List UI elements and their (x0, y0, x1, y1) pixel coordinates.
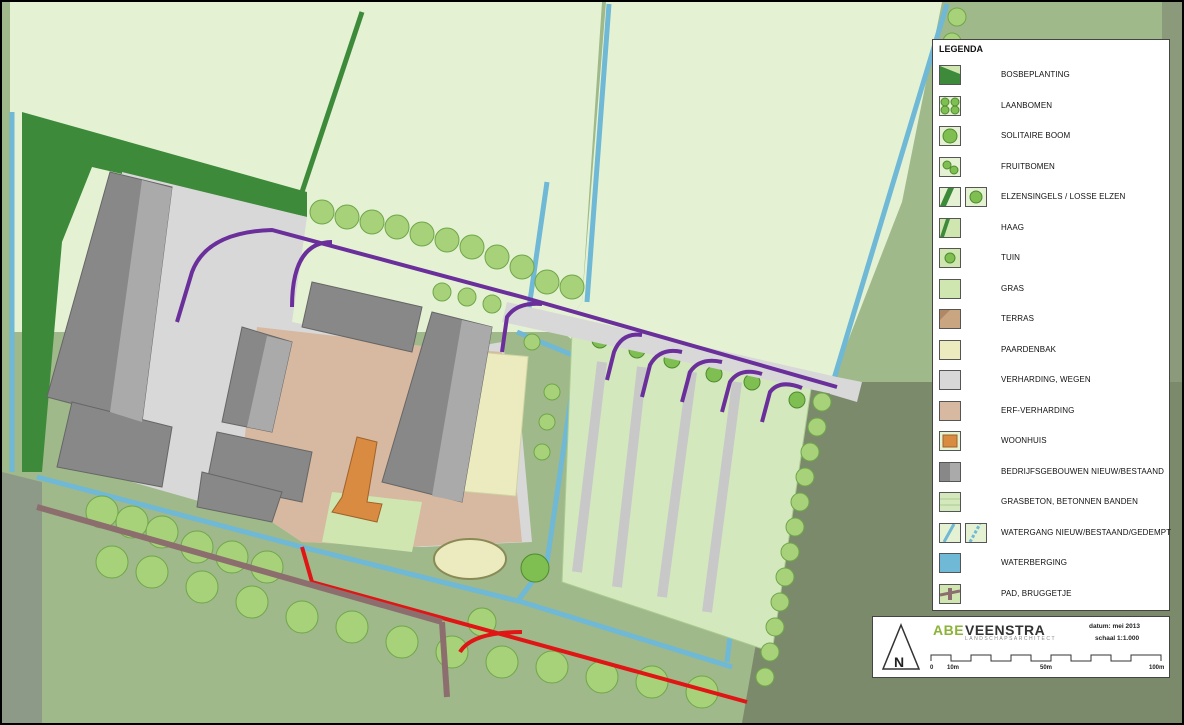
date-label: datum: mei 2013 (1089, 623, 1140, 630)
scale-tick-0: 0 (930, 665, 934, 671)
water-swatch-icon (939, 522, 961, 543)
legend-label: SOLITAIRE BOOM (1001, 131, 1071, 140)
laan-swatch-icon (939, 95, 961, 116)
legend-item: PAD, BRUGGETJE (939, 582, 1167, 606)
legend-label: WOONHUIS (1001, 436, 1047, 445)
legend-item: WATERGANG NIEUW/BESTAAND/GEDEMPT (939, 521, 1171, 545)
legend-label: GRASBETON, BETONNEN BANDEN (1001, 497, 1138, 506)
gras-swatch-icon (939, 278, 961, 299)
legend-item: TUIN (939, 246, 1167, 270)
legend-item: BOSBEPLANTING (939, 63, 1167, 87)
legend-item: HAAG (939, 216, 1167, 240)
fruit-swatch-icon (939, 156, 961, 177)
scale-tick-50: 50m (1040, 665, 1053, 671)
legend-label: WATERGANG NIEUW/BESTAAND/GEDEMPT (1001, 527, 1172, 537)
bos-swatch-icon (939, 65, 961, 85)
legend-label: GRAS (1001, 283, 1025, 293)
haag-swatch-icon (939, 217, 961, 238)
brand-abe: ABE (933, 622, 965, 638)
elzen-swatch-alt-icon (965, 187, 987, 207)
legend-label: VERHARDING, WEGEN (1001, 375, 1091, 384)
brand-subtitle: LANDSCHAPSARCHITECT (965, 636, 1057, 642)
north-label: N (894, 654, 905, 670)
legend-label: BOSBEPLANTING (1001, 70, 1070, 79)
legend-item: ERF-VERHARDING (939, 399, 1167, 423)
legend-label: TUIN (1001, 253, 1021, 262)
legend-item: ELZENSINGELS / LOSSE ELZEN (939, 185, 1167, 209)
legend-item: GRAS (939, 277, 1167, 301)
legend-item: WATERBERGING (939, 551, 1167, 575)
legend-item: VERHARDING, WEGEN (939, 368, 1167, 392)
erf-swatch-icon (939, 400, 961, 421)
legend-label: ELZENSINGELS / LOSSE ELZEN (1001, 192, 1126, 201)
legend-item: FRUITBOMEN (939, 155, 1167, 179)
grasbeton-swatch-icon (939, 492, 961, 512)
pad-swatch-icon (939, 583, 961, 604)
legend-item: LAANBOMEN (939, 94, 1167, 118)
woon-swatch-icon (939, 431, 961, 451)
legend-label: FRUITBOMEN (1001, 161, 1055, 171)
paard-swatch-icon (939, 339, 961, 360)
legend-item: BEDRIJFSGEBOUWEN NIEUW/BESTAAND (939, 460, 1167, 484)
tuin-swatch-icon (939, 248, 961, 268)
legend-item: WOONHUIS (939, 429, 1167, 453)
solitaire-boom (520, 553, 550, 583)
scale-label: schaal 1:1.000 (1095, 635, 1140, 642)
title-block: N ABE VEENSTRA LANDSCHAPSARCHITECT datum… (872, 616, 1170, 678)
terras-swatch-icon (939, 309, 961, 329)
verh-swatch-icon (939, 370, 961, 390)
legend-label: HAAG (1001, 222, 1025, 232)
legend-label: PAD, BRUGGETJE (1001, 588, 1072, 598)
berging-swatch-icon (939, 553, 961, 573)
legend-item: GRASBETON, BETONNEN BANDEN (939, 490, 1167, 514)
legend-item: SOLITAIRE BOOM (939, 124, 1167, 148)
legend-label: WATERBERGING (1001, 558, 1068, 567)
elzen-swatch-icon (939, 187, 961, 207)
legend-label: TERRAS (1001, 314, 1035, 323)
legend-item: TERRAS (939, 307, 1167, 331)
legend: LEGENDA BOSBEPLANTING LAANBOMEN SOLITAIRE … (932, 39, 1171, 611)
legend-label: PAARDENBAK (1001, 344, 1057, 354)
scale-bar (930, 654, 1162, 662)
sol-swatch-icon (939, 126, 961, 146)
legend-label: LAANBOMEN (1001, 100, 1053, 110)
legend-label: BEDRIJFSGEBOUWEN NIEUW/BESTAAND (1001, 466, 1164, 476)
scale-tick-100: 100m (1149, 665, 1165, 671)
legend-title: LEGENDA (939, 44, 984, 54)
water-swatch-alt-icon (965, 522, 987, 543)
scale-tick-10: 10m (947, 665, 960, 671)
legend-label: ERF-VERHARDING (1001, 405, 1075, 415)
bedrijf-swatch-icon (939, 461, 961, 482)
site-plan-map: LEGENDA BOSBEPLANTING LAANBOMEN SOLITAIRE … (0, 0, 1184, 725)
legend-item: PAARDENBAK (939, 338, 1167, 362)
